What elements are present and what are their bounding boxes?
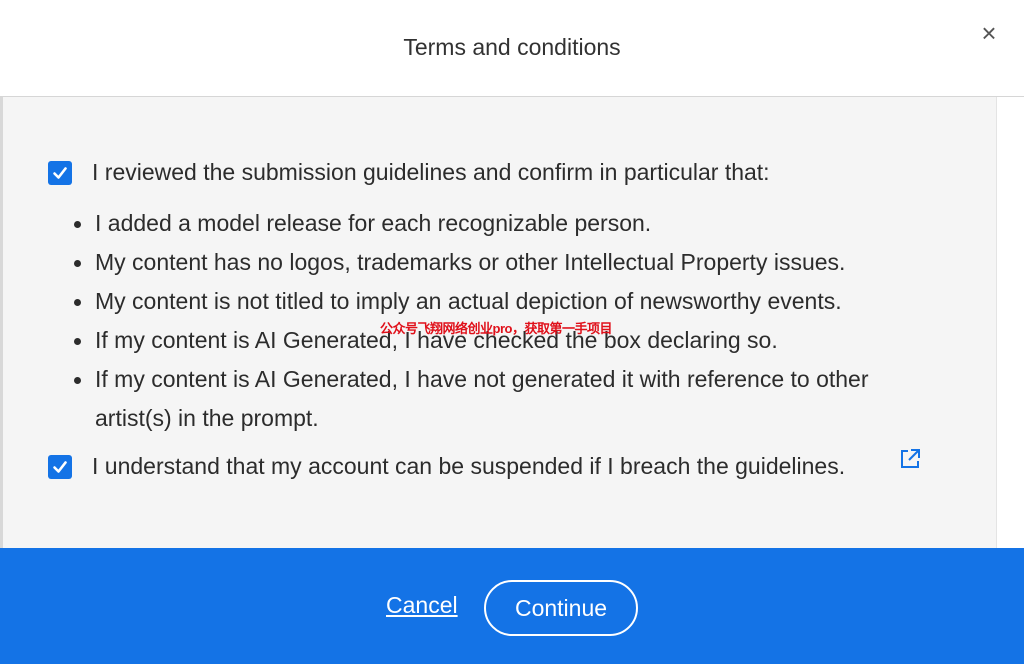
terms-dialog: Terms and conditions × I reviewed the su… [0, 0, 1024, 664]
continue-button[interactable]: Continue [484, 580, 638, 636]
scrollbar-track[interactable] [996, 97, 1024, 548]
suspension-checkbox-label: I understand that my account can be susp… [92, 453, 846, 479]
guidelines-checkbox-label: I reviewed the submission guidelines and… [92, 159, 770, 185]
list-item: If my content is AI Generated, I have no… [74, 360, 934, 438]
watermark-text: 公众号飞翔网络创业pro，获取第一手项目 [380, 321, 612, 336]
list-item: I added a model release for each recogni… [74, 204, 934, 243]
suspension-checkbox-row[interactable]: I understand that my account can be susp… [48, 453, 845, 480]
guidelines-checkbox-row[interactable]: I reviewed the submission guidelines and… [48, 159, 770, 186]
guidelines-checkbox[interactable] [48, 160, 72, 185]
list-item: My content is not titled to imply an act… [74, 282, 934, 321]
suspension-checkbox[interactable] [48, 454, 72, 479]
cancel-button[interactable]: Cancel [386, 592, 458, 619]
list-item: My content has no logos, trademarks or o… [74, 243, 934, 282]
external-link-icon[interactable] [898, 447, 922, 471]
checkmark-icon [53, 460, 67, 473]
dialog-header: Terms and conditions × [0, 0, 1024, 97]
dialog-title: Terms and conditions [403, 34, 621, 60]
close-icon[interactable]: × [976, 20, 1002, 46]
checkmark-icon [53, 166, 67, 179]
